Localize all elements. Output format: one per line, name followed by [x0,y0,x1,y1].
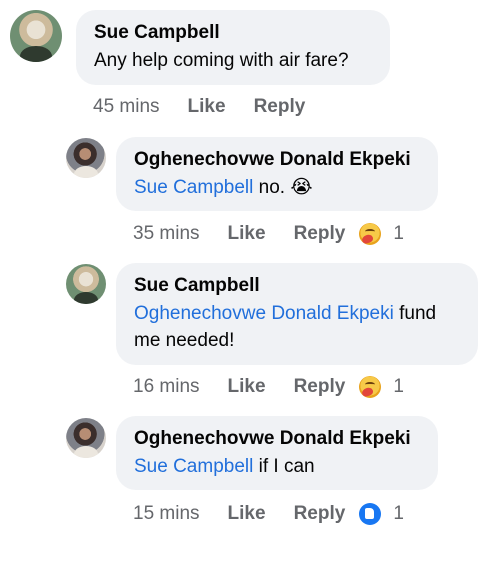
comment-actions: 35 mins Like Reply 1 [133,222,404,246]
mention-link[interactable]: Sue Campbell [134,177,253,198]
comment-text: Oghenechovwe Donald Ekpeki fund me neede… [134,300,462,354]
reply-button[interactable]: Reply [254,95,306,119]
comment-text: Sue Campbell if I can [134,453,422,480]
reply-button[interactable]: Reply [294,375,346,399]
avatar[interactable] [66,264,106,304]
reaction-count: 1 [393,223,404,244]
reaction-count: 1 [393,376,404,397]
mention-link[interactable]: Oghenechovwe Donald Ekpeki [134,303,394,324]
care-reaction-icon [359,376,382,398]
comment-timestamp[interactable]: 16 mins [133,375,200,399]
comment-body: no. 😭 [253,177,313,198]
reply-button[interactable]: Reply [294,502,346,526]
comment-actions: 15 mins Like Reply 1 [133,502,404,526]
comment-timestamp[interactable]: 15 mins [133,502,200,526]
comment-bubble: Oghenechovwe Donald Ekpeki Sue Campbell … [116,416,438,490]
comment-timestamp[interactable]: 45 mins [93,95,160,119]
like-button[interactable]: Like [228,222,266,246]
comment-bubble: Sue Campbell Any help coming with air fa… [76,10,390,85]
comment-actions: 16 mins Like Reply 1 [133,375,404,399]
comment-bubble: Oghenechovwe Donald Ekpeki Sue Campbell … [116,137,438,211]
care-reaction-icon [359,223,382,245]
comment-text: Sue Campbell no. 😭 [134,174,422,201]
like-button[interactable]: Like [188,95,226,119]
comment-author[interactable]: Oghenechovwe Donald Ekpeki [134,148,422,172]
mention-link[interactable]: Sue Campbell [134,456,253,477]
reaction-summary[interactable]: 1 [359,222,404,246]
comment-author[interactable]: Oghenechovwe Donald Ekpeki [134,427,422,451]
reaction-summary[interactable]: 1 [359,375,404,399]
comment-text: Any help coming with air fare? [94,47,374,74]
avatar[interactable] [10,10,62,62]
comment-body: Any help coming with air fare? [94,50,349,71]
reaction-summary[interactable]: 1 [359,502,404,526]
like-button[interactable]: Like [228,502,266,526]
avatar[interactable] [66,138,106,178]
comment-bubble: Sue Campbell Oghenechovwe Donald Ekpeki … [116,263,478,365]
comment-author[interactable]: Sue Campbell [134,274,462,298]
reaction-count: 1 [393,503,404,524]
like-reaction-icon [359,503,382,525]
comment-author[interactable]: Sue Campbell [94,21,374,45]
comment-timestamp[interactable]: 35 mins [133,222,200,246]
like-button[interactable]: Like [228,375,266,399]
comment-body: if I can [253,456,315,477]
reply-button[interactable]: Reply [294,222,346,246]
comment-actions: 45 mins Like Reply [93,95,319,119]
avatar[interactable] [66,418,106,458]
